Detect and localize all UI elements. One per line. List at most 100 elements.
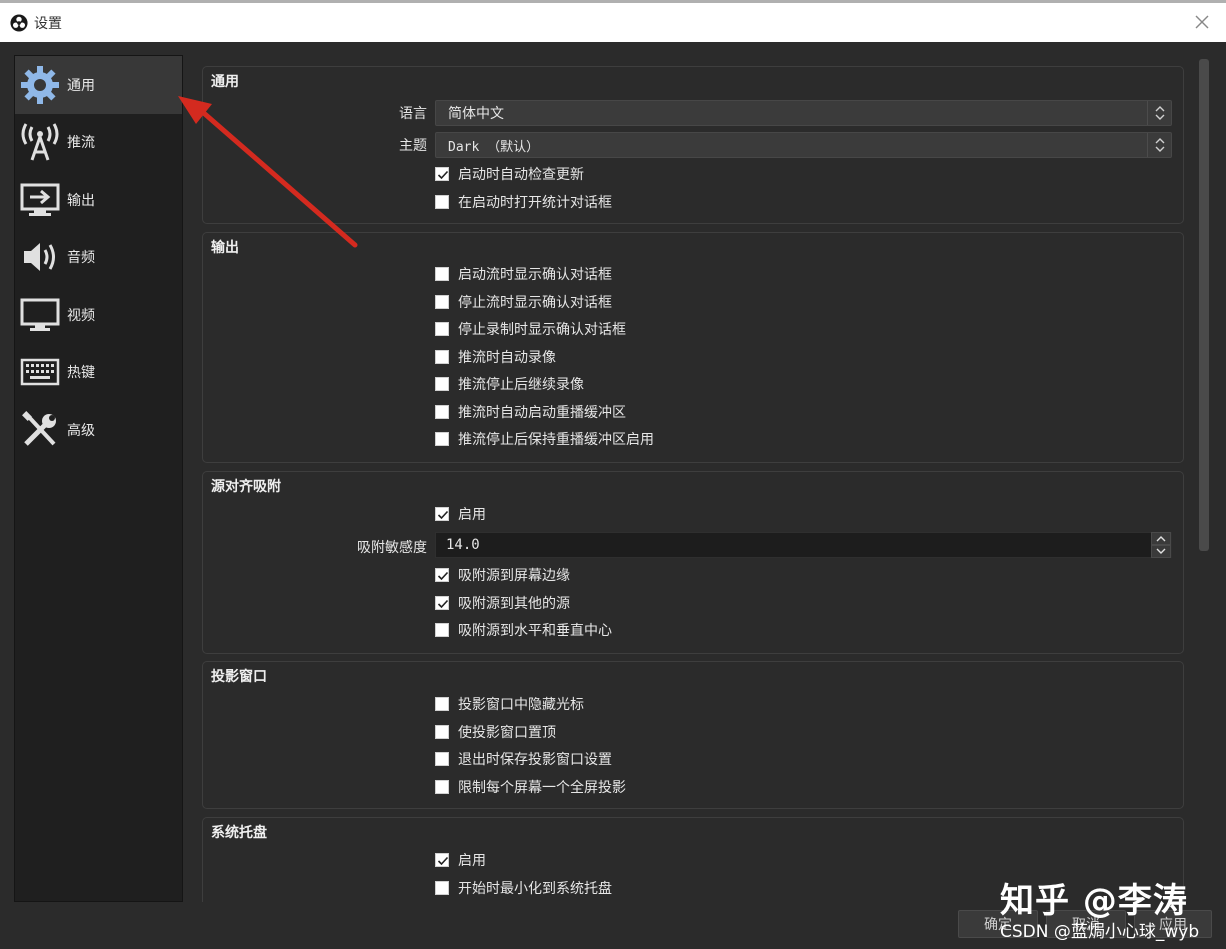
checkbox-unchecked (435, 350, 449, 364)
keep-recording-checkbox[interactable]: 推流停止后继续录像 (435, 374, 584, 394)
language-select[interactable]: 简体中文 (435, 100, 1172, 126)
checkbox-label: 启动流时显示确认对话框 (458, 267, 612, 283)
checkbox-label: 推流停止后保持重播缓冲区启用 (458, 432, 654, 448)
checkbox-unchecked (435, 432, 449, 446)
sidebar-item-advanced[interactable]: 高级 (15, 401, 182, 459)
checkbox-label: 吸附源到屏幕边缘 (458, 568, 570, 584)
settings-content: 通用 语言 简体中文 主题 Dark （默认） 启动时自动检查更新 在启动时打开… (188, 55, 1216, 902)
tools-icon (19, 409, 61, 451)
snap-center-checkbox[interactable]: 吸附源到水平和垂直中心 (435, 620, 612, 640)
sensitivity-label: 吸附敏感度 (357, 540, 427, 556)
sidebar-item-output[interactable]: 输出 (15, 171, 182, 229)
checkbox-unchecked (435, 752, 449, 766)
sidebar-item-video[interactable]: 视频 (15, 286, 182, 344)
confirm-stop-record-checkbox[interactable]: 停止录制时显示确认对话框 (435, 319, 626, 339)
sensitivity-value: 14.0 (446, 537, 480, 553)
checkbox-checked (435, 568, 449, 582)
language-value: 简体中文 (448, 106, 504, 122)
hide-cursor-checkbox[interactable]: 投影窗口中隐藏光标 (435, 694, 584, 714)
projectors-group: 投影窗口 投影窗口中隐藏光标 使投影窗口置顶 退出时保存投影窗口设置 限制每个屏… (202, 661, 1184, 809)
csdn-watermark: CSDN @蓝焗小心球_wyb (1000, 922, 1200, 942)
checkbox-label: 启用 (458, 507, 486, 523)
settings-sidebar: 通用 推流 输出 音频 视频 热键 高级 (14, 55, 183, 902)
keep-replay-buffer-checkbox[interactable]: 推流停止后保持重播缓冲区启用 (435, 429, 654, 449)
auto-record-checkbox[interactable]: 推流时自动录像 (435, 347, 556, 367)
checkbox-label: 推流时自动录像 (458, 350, 556, 366)
obs-logo-icon (10, 14, 28, 32)
confirm-stop-stream-checkbox[interactable]: 停止流时显示确认对话框 (435, 292, 612, 312)
theme-label: 主题 (399, 138, 427, 154)
theme-value: Dark （默认） (448, 139, 540, 155)
sidebar-item-audio[interactable]: 音频 (15, 229, 182, 287)
tray-enable-checkbox[interactable]: 启用 (435, 850, 486, 870)
auto-replay-buffer-checkbox[interactable]: 推流时自动启动重播缓冲区 (435, 402, 626, 422)
group-title: 投影窗口 (211, 669, 267, 685)
checkbox-label: 投影窗口中隐藏光标 (458, 697, 584, 713)
checkbox-unchecked (435, 322, 449, 336)
chevron-up-icon[interactable] (1151, 532, 1171, 545)
confirm-start-stream-checkbox[interactable]: 启动流时显示确认对话框 (435, 264, 612, 284)
snapping-group: 源对齐吸附 启用 吸附敏感度 14.0 吸附源到屏幕边缘 吸附源到其他的源 吸附… (202, 471, 1184, 654)
updown-arrows-icon (1147, 101, 1171, 125)
always-on-top-checkbox[interactable]: 使投影窗口置顶 (435, 722, 556, 742)
checkbox-label: 推流时自动启动重播缓冲区 (458, 405, 626, 421)
theme-select[interactable]: Dark （默认） (435, 132, 1172, 158)
sidebar-item-label: 高级 (67, 422, 95, 439)
spin-buttons (1151, 532, 1171, 559)
minimize-to-tray-checkbox[interactable]: 开始时最小化到系统托盘 (435, 878, 612, 898)
checkbox-label: 停止录制时显示确认对话框 (458, 322, 626, 338)
checkbox-label: 启用 (458, 853, 486, 869)
checkbox-label: 推流停止后继续录像 (458, 377, 584, 393)
output-group: 输出 启动流时显示确认对话框 停止流时显示确认对话框 停止录制时显示确认对话框 … (202, 232, 1184, 463)
gear-icon (19, 64, 61, 106)
sidebar-item-label: 输出 (67, 192, 95, 209)
checkbox-checked (435, 507, 449, 521)
vertical-scrollbar[interactable] (1197, 57, 1211, 900)
snapping-enable-checkbox[interactable]: 启用 (435, 504, 486, 524)
antenna-icon (19, 121, 61, 163)
limit-fullscreen-checkbox[interactable]: 限制每个屏幕一个全屏投影 (435, 777, 626, 797)
checkbox-label: 启动时自动检查更新 (458, 167, 584, 183)
snap-other-sources-checkbox[interactable]: 吸附源到其他的源 (435, 593, 570, 613)
sidebar-item-label: 热键 (67, 365, 95, 382)
general-group: 通用 语言 简体中文 主题 Dark （默认） 启动时自动检查更新 在启动时打开… (202, 66, 1184, 224)
window-title: 设置 (34, 16, 62, 32)
speaker-icon (19, 236, 61, 278)
updown-arrows-icon (1147, 133, 1171, 157)
checkbox-unchecked (435, 195, 449, 209)
checkbox-unchecked (435, 697, 449, 711)
checkbox-label: 吸附源到其他的源 (458, 596, 570, 612)
snap-screen-edges-checkbox[interactable]: 吸附源到屏幕边缘 (435, 565, 570, 585)
checkbox-label: 使投影窗口置顶 (458, 725, 556, 741)
sidebar-item-hotkeys[interactable]: 热键 (15, 344, 182, 402)
checkbox-label: 在启动时打开统计对话框 (458, 195, 612, 211)
close-icon[interactable] (1192, 12, 1212, 32)
checkbox-unchecked (435, 377, 449, 391)
checkbox-unchecked (435, 295, 449, 309)
sidebar-item-label: 音频 (67, 250, 95, 267)
monitor-icon (19, 294, 61, 336)
checkbox-unchecked (435, 623, 449, 637)
checkbox-label: 退出时保存投影窗口设置 (458, 752, 612, 768)
checkbox-unchecked (435, 780, 449, 794)
sidebar-item-stream[interactable]: 推流 (15, 114, 182, 172)
checkbox-unchecked (435, 881, 449, 895)
checkbox-unchecked (435, 267, 449, 281)
group-title: 系统托盘 (211, 825, 267, 841)
checkbox-label: 限制每个屏幕一个全屏投影 (458, 780, 626, 796)
save-projectors-checkbox[interactable]: 退出时保存投影窗口设置 (435, 749, 612, 769)
auto-update-checkbox[interactable]: 启动时自动检查更新 (435, 164, 584, 184)
open-stats-checkbox[interactable]: 在启动时打开统计对话框 (435, 192, 612, 212)
group-title: 源对齐吸附 (211, 479, 281, 495)
checkbox-label: 开始时最小化到系统托盘 (458, 881, 612, 897)
checkbox-unchecked (435, 725, 449, 739)
output-monitor-icon (19, 179, 61, 221)
scrollbar-thumb[interactable] (1199, 59, 1209, 551)
sidebar-item-label: 通用 (67, 77, 95, 94)
group-title: 输出 (211, 240, 239, 256)
sidebar-item-general[interactable]: 通用 (15, 56, 182, 114)
chevron-down-icon[interactable] (1151, 545, 1171, 558)
checkbox-checked (435, 853, 449, 867)
checkbox-label: 停止流时显示确认对话框 (458, 295, 612, 311)
sensitivity-spinbox[interactable]: 14.0 (435, 532, 1172, 558)
